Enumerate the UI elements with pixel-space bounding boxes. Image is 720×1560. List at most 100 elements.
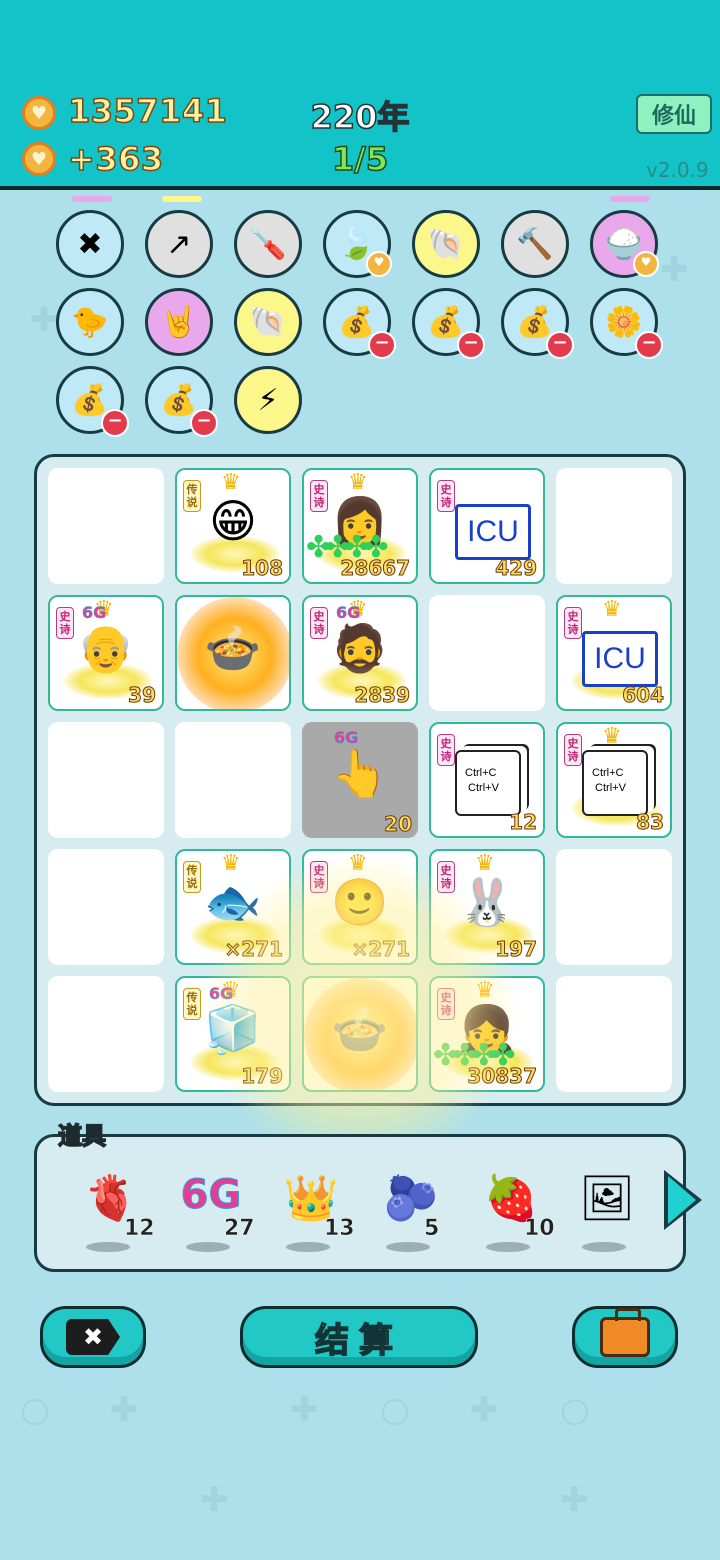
bg-deco: ○ (380, 1390, 410, 1430)
screwdriver-icon[interactable]: 🪛 (234, 210, 302, 278)
settle-label: 结算 (314, 1320, 403, 1362)
rarity-tag: 史诗 (437, 861, 455, 893)
board-cell-fridge[interactable]: 🧊 ♛ 6G 传说 179 (175, 976, 291, 1092)
version-label: v2.0.9 (646, 158, 709, 182)
item-slot[interactable]: 🫀 12 (76, 1158, 166, 1258)
cell-value: 12 (509, 810, 538, 835)
empty-cell[interactable] (429, 595, 545, 711)
shell-icon[interactable]: 🐚 (234, 288, 302, 356)
sack-icon[interactable]: 💰 − (145, 366, 218, 437)
rarity-tag: 史诗 (564, 607, 582, 639)
crown-icon: ♛ (602, 724, 622, 749)
shell-icon[interactable]: 🐚 (412, 210, 480, 278)
copy-paste-icon: Ctrl+C Ctrl+V (582, 750, 648, 816)
bg-deco: ✚ (200, 1480, 229, 1520)
item-slot[interactable]: 6G 27 (176, 1158, 266, 1258)
cell-value: 20 (384, 812, 413, 837)
bg-deco: ○ (20, 1390, 50, 1430)
item-shadow (286, 1242, 330, 1252)
item-shadow (386, 1242, 430, 1252)
empty-cell[interactable] (175, 722, 291, 838)
empty-cell[interactable] (556, 468, 672, 584)
item-slot[interactable]: 🍓 10 (476, 1158, 566, 1258)
pot-fire-icon: 🍲 (331, 1002, 389, 1056)
board-cell-long-hair-face-with-clovers[interactable]: 👩 ✤✤✤✤ ♛ 史诗 28667 (302, 468, 418, 584)
chick-egg-icon[interactable]: 🐤 (56, 288, 124, 356)
board-cell-girl-with-clovers[interactable]: 👧 ✤✤✤✤ ♛ 史诗 30837 (429, 976, 545, 1092)
remove-badge-icon: − (190, 409, 218, 437)
sack-icon[interactable]: 💰 − (501, 288, 574, 359)
bg-deco: ✚ (290, 1390, 319, 1430)
settle-button[interactable]: 结算 (240, 1306, 478, 1368)
sack-icon[interactable]: 💰 − (323, 288, 396, 359)
rock-hand-icon[interactable]: 🤘 (145, 288, 213, 356)
crown-icon: ♛ (475, 851, 495, 876)
board-cell-pointing-hand[interactable]: 👆 6G 20 (302, 722, 418, 838)
cell-value: 2839 (354, 683, 411, 708)
exit-button[interactable]: ✖ (40, 1306, 146, 1368)
sack-icon[interactable]: 💰 − (412, 288, 485, 359)
board-cell-face-with-heart[interactable]: 🙂 ♛ 史诗 ×271 (302, 849, 418, 965)
item-count: 13 (324, 1216, 355, 1242)
empty-cell[interactable] (556, 849, 672, 965)
cell-value: 28667 (340, 556, 411, 581)
item-shadow (582, 1242, 626, 1252)
6g-badge: 6G (336, 603, 361, 623)
crossed-sticks-icon[interactable]: ✖ (56, 210, 124, 278)
lightning-icon[interactable]: ⚡ (234, 366, 302, 434)
cell-value: 197 (495, 937, 538, 962)
rarity-tag: 史诗 (437, 480, 455, 512)
remove-badge-icon: − (635, 331, 663, 359)
cultivation-button[interactable]: 修仙 (636, 94, 712, 134)
board-cell-grinning-glasses-man[interactable]: 😁 ♛ 传说 108 (175, 468, 291, 584)
empty-cell[interactable] (48, 849, 164, 965)
board-cell-pressure-cooker-fire[interactable]: 🍲 (175, 595, 291, 711)
6g-badge: 6G (82, 603, 107, 623)
crown-icon: ♛ (348, 851, 368, 876)
board-cell-copy-paste-cards[interactable]: Ctrl+C Ctrl+V ♛ 史诗 83 (556, 722, 672, 838)
board-cell-bald-beard-man[interactable]: 🧔 ♛ 6G 史诗 2839 (302, 595, 418, 711)
board-cell-icu-sign[interactable]: ICU ♛ 史诗 604 (556, 595, 672, 711)
item-slot[interactable]: 🫐 5 (376, 1158, 466, 1258)
cell-value: ×271 (351, 937, 411, 962)
hammer-icon[interactable]: 🔨 (501, 210, 569, 278)
cell-value: 179 (241, 1064, 284, 1089)
rice-bowl-icon[interactable]: 🍚 ♥ (590, 210, 659, 278)
board-cell-icu-sign[interactable]: ICU 史诗 429 (429, 468, 545, 584)
empty-cell[interactable] (48, 722, 164, 838)
bg-deco: ✚ (560, 1480, 589, 1520)
item-count: 5 (424, 1216, 440, 1242)
rarity-tag: 史诗 (564, 734, 582, 766)
board-cell-pot-fire[interactable]: 🍲 (302, 976, 418, 1092)
rarity-tag: 传说 (183, 861, 201, 893)
remove-badge-icon: − (368, 331, 396, 359)
board-cell-lucky-fish[interactable]: 🐟 ♛ 传说 ×271 (175, 849, 291, 965)
next-items-arrow-icon[interactable] (664, 1170, 702, 1230)
empty-cell[interactable] (48, 468, 164, 584)
remove-badge-icon: − (546, 331, 574, 359)
inventory-button[interactable] (572, 1306, 678, 1368)
item-slot[interactable]: 👑 13 (276, 1158, 366, 1258)
sack-icon[interactable]: 💰 − (56, 366, 129, 437)
cell-value: 604 (622, 683, 665, 708)
growth-arrow-card-icon[interactable]: ↗ (145, 210, 213, 278)
remove-badge-icon: − (101, 409, 129, 437)
rarity-tag: 史诗 (310, 607, 328, 639)
board-cell-old-man-hat[interactable]: 👴 ♛ 6G 史诗 39 (48, 595, 164, 711)
empty-cell[interactable] (556, 976, 672, 1092)
rarity-tag: 史诗 (310, 480, 328, 512)
leaf-icon[interactable]: 🍃 ♥ (323, 210, 392, 278)
empty-cell[interactable] (48, 976, 164, 1092)
icu-sign-icon: ICU (455, 504, 531, 560)
board-cell-rabbit-house[interactable]: 🐰 ♛ 史诗 197 (429, 849, 545, 965)
bg-deco: ✚ (110, 1390, 139, 1430)
bg-deco: ✚ (470, 1390, 499, 1430)
copy-paste-icon: Ctrl+C Ctrl+V (455, 750, 521, 816)
item-slot[interactable]: 🖼 (572, 1158, 662, 1258)
close-icon: ✖ (66, 1319, 120, 1355)
bg-deco: ○ (560, 1390, 590, 1430)
board-cell-copy-paste-cards[interactable]: Ctrl+C Ctrl+V 史诗 12 (429, 722, 545, 838)
rarity-tag: 史诗 (310, 861, 328, 893)
pointing-hand-icon: 👆 (331, 746, 389, 800)
potted-flower-icon[interactable]: 🌼 − (590, 288, 663, 359)
